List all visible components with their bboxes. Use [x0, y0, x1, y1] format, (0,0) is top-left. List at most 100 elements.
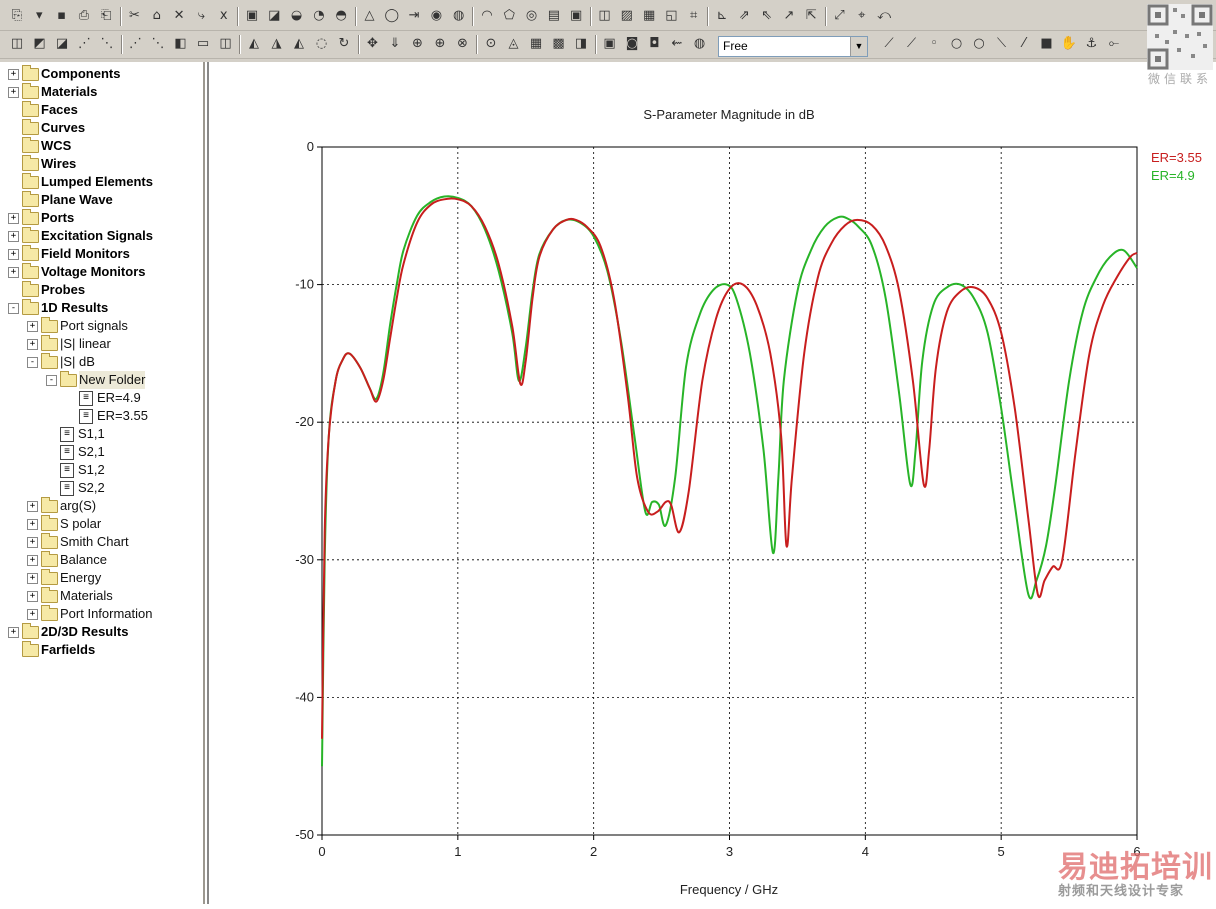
tree-item[interactable]: Plane Wave [0, 191, 200, 209]
toolbar-button-icon[interactable]: ⟍ [993, 35, 1011, 53]
expand-icon[interactable]: + [8, 69, 19, 80]
expand-icon[interactable]: + [8, 627, 19, 638]
expand-icon[interactable]: + [27, 321, 38, 332]
toolbar-button-icon[interactable]: ⇗ [735, 7, 753, 25]
expand-icon[interactable]: + [27, 573, 38, 584]
tree-item[interactable]: - New Folder [0, 371, 200, 389]
expand-icon[interactable]: + [27, 537, 38, 548]
toolbar-button-icon[interactable]: ◧ [172, 35, 190, 53]
toolbar-button-icon[interactable]: ◎ [523, 7, 541, 25]
tree-item[interactable]: + Balance [0, 551, 200, 569]
tree-item[interactable]: + arg(S) [0, 497, 200, 515]
toolbar-button-icon[interactable]: ▤ [545, 7, 563, 25]
toolbar-button-icon[interactable]: ⇥ [405, 7, 423, 25]
expand-icon[interactable]: + [27, 501, 38, 512]
toolbar-button-icon[interactable]: ◪ [53, 35, 71, 53]
tree-item[interactable]: + Field Monitors [0, 245, 200, 263]
toolbar-button-icon[interactable]: x [215, 7, 233, 25]
expand-icon[interactable]: + [8, 249, 19, 260]
toolbar-button-icon[interactable]: ⎙ [75, 7, 93, 25]
collapse-icon[interactable]: - [27, 357, 38, 368]
tree-item[interactable]: Wires [0, 155, 200, 173]
toolbar-button-icon[interactable]: ◪ [265, 7, 283, 25]
toolbar-button-icon[interactable]: ◮ [268, 35, 286, 53]
toolbar-button-icon[interactable]: ⁄ [1015, 35, 1033, 53]
toolbar-button-icon[interactable]: ◒ [288, 7, 306, 25]
tree-item[interactable]: ≡ S2,1 [0, 443, 200, 461]
toolbar-button-icon[interactable]: ◔ [310, 7, 328, 25]
toolbar-button-icon[interactable]: ◘ [646, 35, 664, 53]
toolbar-button-icon[interactable]: △ [361, 7, 379, 25]
tree-item[interactable]: +2D/3D Results [0, 623, 200, 641]
toolbar-button-icon[interactable]: ✋ [1060, 35, 1078, 53]
toolbar-button-icon[interactable]: ⟋ [880, 35, 898, 53]
tree-item[interactable]: + Energy [0, 569, 200, 587]
s-parameter-chart[interactable]: 0 1 2 3 4 5 60-10-20-30-40-50 S-Parameter Magn… [209, 62, 1216, 904]
expand-icon[interactable]: + [8, 231, 19, 242]
toolbar-button-icon[interactable]: ⋱ [149, 35, 167, 53]
toolbar-button-icon[interactable]: ◉ [427, 7, 445, 25]
expand-icon[interactable]: + [27, 339, 38, 350]
toolbar-button-icon[interactable]: ⌂ [148, 7, 166, 25]
toolbar-button-icon[interactable]: ⤷ [192, 7, 210, 25]
tree-item[interactable]: Probes [0, 281, 200, 299]
expand-icon[interactable]: + [27, 609, 38, 620]
toolbar-button-icon[interactable]: ⤺ [875, 7, 893, 25]
toolbar-button-icon[interactable]: ▦ [527, 35, 545, 53]
tree-item[interactable]: ≡ S1,1 [0, 425, 200, 443]
expand-icon[interactable]: + [8, 213, 19, 224]
toolbar-button-icon[interactable]: ■ [1038, 35, 1056, 53]
expand-icon[interactable]: + [8, 267, 19, 278]
toolbar-button-icon[interactable]: ↻ [335, 35, 353, 53]
expand-icon[interactable]: + [27, 555, 38, 566]
toolbar-button-icon[interactable]: ⎘ [8, 7, 26, 25]
toolbar-button-icon[interactable]: ◨ [572, 35, 590, 53]
toolbar-button-icon[interactable]: ◭ [290, 35, 308, 53]
toolbar-button-icon[interactable]: ⋰ [127, 35, 145, 53]
toolbar-button-icon[interactable]: ⊕ [431, 35, 449, 53]
tree-item[interactable]: ≡ ER=4.9 [0, 389, 200, 407]
tree-item[interactable]: ≡ S2,2 [0, 479, 200, 497]
toolbar-button-icon[interactable]: ◱ [662, 7, 680, 25]
toolbar-button-icon[interactable]: ◫ [596, 7, 614, 25]
toolbar-button-icon[interactable]: ▭ [194, 35, 212, 53]
toolbar-button-icon[interactable]: ▣ [243, 7, 261, 25]
expand-icon[interactable]: + [27, 519, 38, 530]
tree-item[interactable]: + Components [0, 65, 200, 83]
expand-icon[interactable]: + [8, 87, 19, 98]
toolbar-button-icon[interactable]: ◠ [478, 7, 496, 25]
tree-item[interactable]: + Ports [0, 209, 200, 227]
toolbar-button-icon[interactable]: ✕ [170, 7, 188, 25]
toolbar-button-icon[interactable]: ▩ [550, 35, 568, 53]
chevron-down-icon[interactable]: ▼ [850, 37, 867, 56]
toolbar-button-icon[interactable]: ○ [970, 35, 988, 53]
tree-item[interactable]: + Materials [0, 83, 200, 101]
toolbar-button-icon[interactable]: ◯ [383, 7, 401, 25]
toolbar-button-icon[interactable]: ✂ [126, 7, 144, 25]
tree-item[interactable]: Farfields [0, 641, 200, 659]
toolbar-button-icon[interactable]: ◙ [623, 35, 641, 53]
toolbar-button-icon[interactable]: ⟋ [903, 35, 921, 53]
toolbar-button-icon[interactable]: ◍ [691, 35, 709, 53]
toolbar-button-icon[interactable]: ⟜ [1105, 35, 1123, 53]
toolbar-button-icon[interactable]: ⇱ [802, 7, 820, 25]
tree-item[interactable]: Lumped Elements [0, 173, 200, 191]
expand-icon[interactable]: + [27, 591, 38, 602]
toolbar-button-icon[interactable]: ⌗ [685, 7, 703, 25]
toolbar-button-icon[interactable]: ◦ [925, 35, 943, 53]
toolbar-button-icon[interactable]: ▣ [601, 35, 619, 53]
toolbar-button-icon[interactable]: ↗ [780, 7, 798, 25]
toolbar-button-icon[interactable]: ▪ [53, 7, 71, 25]
tree-item[interactable]: ≡ S1,2 [0, 461, 200, 479]
toolbar-button-icon[interactable]: ⇜ [668, 35, 686, 53]
toolbar-button-icon[interactable]: ▨ [618, 7, 636, 25]
toolbar-button-icon[interactable]: ⤢ [831, 7, 849, 25]
toolbar-button-icon[interactable]: ⊾ [713, 7, 731, 25]
toolbar-button-icon[interactable]: ◬ [505, 35, 523, 53]
toolbar-button-icon[interactable]: ⚓ [1083, 35, 1101, 53]
toolbar-button-icon[interactable]: ⊕ [409, 35, 427, 53]
toolbar-button-icon[interactable]: ◌ [313, 35, 331, 53]
toolbar-button-icon[interactable]: ○ [948, 35, 966, 53]
toolbar-button-icon[interactable]: ⬠ [500, 7, 518, 25]
tree-item[interactable]: WCS [0, 137, 200, 155]
